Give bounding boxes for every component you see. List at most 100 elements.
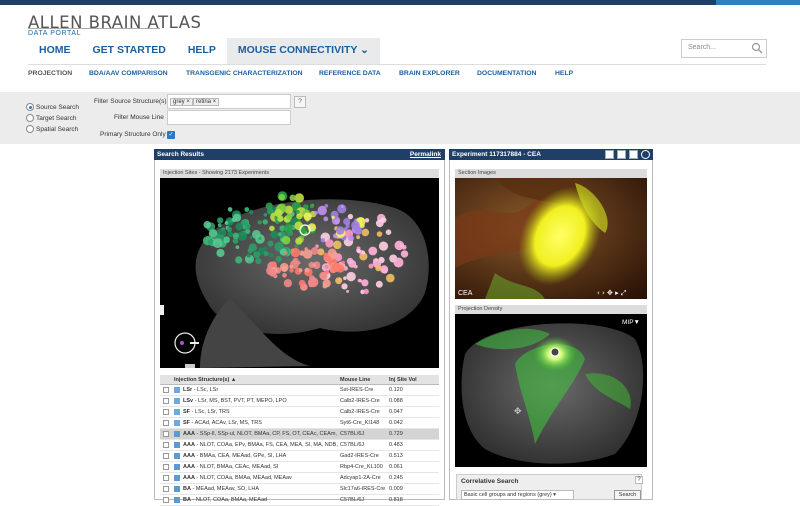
injection-site-dot[interactable]	[358, 279, 363, 283]
injection-site-dot[interactable]	[346, 271, 356, 282]
injection-site-dot[interactable]	[341, 283, 348, 290]
nav-get-started[interactable]: GET STARTED	[82, 38, 177, 64]
permalink-link[interactable]: Permalink	[410, 149, 441, 160]
mip-dropdown[interactable]: MIP▼	[622, 319, 640, 326]
section-image[interactable]: CEA ‹ › ✥ ▸ ⤢	[455, 178, 647, 299]
injection-sites-viewer[interactable]	[160, 178, 439, 368]
injection-site-dot[interactable]	[249, 235, 253, 240]
injection-site-dot[interactable]	[232, 232, 239, 239]
injection-site-dot[interactable]	[354, 227, 363, 235]
injection-site-dot[interactable]	[248, 260, 252, 264]
row-checkbox[interactable]	[163, 387, 169, 393]
injection-site-dot[interactable]	[290, 247, 301, 258]
injection-site-dot[interactable]	[401, 244, 407, 250]
projection-density-render[interactable]: ✥ MIP▼	[455, 314, 647, 467]
injection-site-dot[interactable]	[289, 268, 294, 273]
table-row[interactable]: SF - LSc, LSr, TRS Calb2-IRES-Cre 0.047	[160, 407, 439, 418]
injection-site-dot[interactable]	[277, 215, 284, 222]
injection-site-dot[interactable]	[301, 284, 308, 291]
subnav-projection[interactable]: PROJECTION	[28, 70, 72, 77]
injection-site-dot[interactable]	[400, 250, 409, 258]
injection-site-dot[interactable]	[331, 262, 341, 273]
injection-site-dot[interactable]	[267, 240, 274, 247]
radio-dot[interactable]	[26, 114, 34, 122]
row-checkbox[interactable]	[163, 409, 169, 415]
injection-site-dot[interactable]	[289, 194, 296, 201]
correlative-help-button[interactable]: ?	[635, 476, 643, 484]
injection-site-dot[interactable]	[309, 204, 314, 209]
injection-site-dot[interactable]	[343, 218, 351, 225]
injection-site-dot[interactable]	[325, 270, 329, 275]
radio-dot[interactable]	[26, 125, 34, 133]
injection-site-dot[interactable]	[375, 280, 383, 288]
table-row[interactable]: SF - ACAd, ACAv, LSr, MS, TRS Syt6-Cre_KI…	[160, 418, 439, 429]
injection-site-dot[interactable]	[386, 273, 395, 283]
injection-site-dot[interactable]	[368, 263, 374, 269]
injection-site-dot[interactable]	[361, 228, 370, 237]
injection-site-dot[interactable]	[223, 236, 230, 244]
injection-site-dot[interactable]	[278, 194, 285, 201]
injection-site-dot[interactable]	[203, 221, 211, 229]
injection-site-dot[interactable]	[385, 229, 392, 235]
site-search-box[interactable]: Search...	[681, 39, 767, 58]
table-view-icon[interactable]	[605, 150, 614, 159]
structure-tag-grey[interactable]: grey ×	[170, 98, 193, 106]
injection-site-dot[interactable]	[380, 217, 387, 223]
injection-site-dot[interactable]	[262, 219, 268, 225]
col-inj-site-vol[interactable]: Inj Site Vol	[389, 375, 417, 385]
injection-site-dot[interactable]	[252, 230, 261, 239]
injection-site-dot[interactable]	[224, 221, 229, 225]
injection-site-dot[interactable]	[283, 279, 292, 288]
injection-site-dot[interactable]	[269, 253, 274, 258]
source-structure-input[interactable]: grey × retina ×	[167, 94, 291, 109]
row-checkbox[interactable]	[163, 464, 169, 470]
subnav-reference-data[interactable]: REFERENCE DATA	[319, 70, 381, 77]
injection-site-dot[interactable]	[235, 222, 244, 231]
nav-help[interactable]: HELP	[177, 38, 227, 64]
subnav-transgenic[interactable]: TRANSGENIC CHARACTERIZATION	[186, 70, 303, 77]
row-checkbox[interactable]	[163, 398, 169, 404]
injection-site-dot[interactable]	[341, 260, 345, 265]
injection-site-dot[interactable]	[361, 250, 365, 255]
table-row[interactable]: LSr - LSc, LSr Sst-IRES-Cre 0.120	[160, 385, 439, 396]
injection-site-dot[interactable]	[255, 258, 262, 265]
injection-site-dot[interactable]	[274, 208, 283, 217]
row-checkbox[interactable]	[163, 420, 169, 426]
injection-site-dot[interactable]	[248, 209, 254, 215]
mouse-line-input[interactable]	[167, 110, 291, 125]
injection-site-dot[interactable]	[304, 267, 310, 273]
subnav-brain-explorer[interactable]: BRAIN EXPLORER	[399, 70, 460, 77]
expand-icon[interactable]	[629, 150, 638, 159]
injection-site-dot[interactable]	[340, 205, 344, 209]
row-checkbox[interactable]	[163, 431, 169, 437]
structure-tag-retina[interactable]: retina ×	[193, 98, 220, 106]
table-row[interactable]: AAA - NLOT, COAa, EPv, BMAa, FS, CEA, ME…	[160, 440, 439, 451]
radio-target-search[interactable]: Target Search	[26, 114, 76, 122]
table-row[interactable]: AAA - NLOT, BMAa, CEAc, MEAad, SI Rbp4-Cr…	[160, 462, 439, 473]
injection-site-dot[interactable]	[281, 235, 291, 245]
injection-site-dot[interactable]	[314, 211, 318, 215]
injection-site-dot[interactable]	[331, 215, 335, 220]
injection-site-dot[interactable]	[264, 246, 268, 250]
injection-site-dot[interactable]	[235, 245, 240, 249]
injection-site-dot[interactable]	[217, 217, 224, 224]
injection-site-dot[interactable]	[324, 264, 329, 269]
viewer-left-handle[interactable]	[160, 305, 164, 315]
row-checkbox[interactable]	[163, 442, 169, 448]
injection-site-dot[interactable]	[376, 231, 383, 237]
injection-site-dot[interactable]	[253, 251, 261, 259]
injection-site-dot[interactable]	[226, 226, 232, 233]
row-checkbox[interactable]	[163, 497, 169, 503]
injection-site-dot[interactable]	[268, 269, 277, 277]
injection-site-dot[interactable]	[217, 223, 222, 228]
injection-site-dot[interactable]	[335, 277, 343, 285]
injection-site-dot[interactable]	[325, 239, 334, 248]
injection-site-dot[interactable]	[393, 257, 404, 268]
injection-site-dot[interactable]	[216, 248, 225, 258]
injection-site-dot[interactable]	[263, 213, 268, 217]
injection-site-dot[interactable]	[375, 265, 382, 272]
subnav-help[interactable]: HELP	[555, 70, 573, 77]
injection-site-dot[interactable]	[327, 248, 337, 258]
injection-site-dot[interactable]	[282, 272, 287, 278]
row-checkbox[interactable]	[163, 486, 169, 492]
